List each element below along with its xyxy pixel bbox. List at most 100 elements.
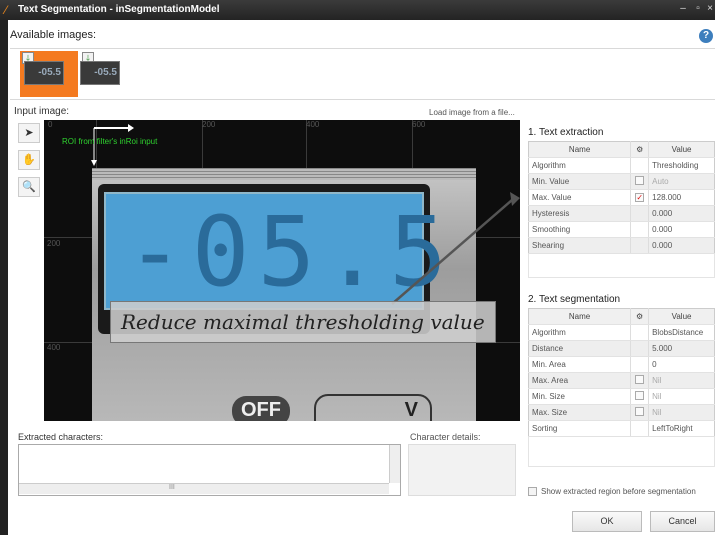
property-row[interactable]: Min. Area 0 [528,356,715,373]
property-value[interactable]: LeftToRight [648,420,715,437]
property-check [630,205,650,222]
column-name: Name [528,308,632,325]
property-name: Sorting [528,420,632,437]
gear-icon: ⚙ [630,141,650,158]
roi-label: ROI from filter's inRoi input [62,137,158,146]
property-value[interactable]: 0.000 [648,205,715,222]
property-name: Shearing [528,237,632,254]
property-value[interactable]: Thresholding [648,157,715,174]
thumbnail-2[interactable]: ⤓ -05.5 [80,51,124,97]
character-details-panel [408,444,516,496]
roi-overlay [91,124,520,305]
pointer-tool-button[interactable]: ➤ [18,123,40,143]
property-check[interactable] [630,388,650,405]
property-value[interactable]: 128.000 [648,189,715,206]
property-row[interactable]: Sorting LeftToRight [528,420,715,437]
property-value[interactable]: 0.000 [648,237,715,254]
thumbnail-image: -05.5 [24,61,64,85]
text-extraction-title: 1. Text extraction [528,127,604,138]
property-name: Distance [528,340,632,357]
text-segmentation-empty-area [528,437,715,467]
property-value[interactable]: BlobsDistance [648,324,715,341]
property-value[interactable]: Nil [648,388,715,405]
property-check[interactable] [630,173,650,190]
property-name: Max. Size [528,404,632,421]
property-row[interactable]: Algorithm Thresholding [528,157,715,174]
property-value[interactable]: Nil [648,372,715,389]
property-name: Max. Area [528,372,632,389]
property-check [630,157,650,174]
property-check[interactable] [630,404,650,421]
property-value[interactable]: 0 [648,356,715,373]
minimize-button[interactable]: – [677,3,689,15]
checkbox[interactable] [635,375,645,384]
horizontal-scrollbar[interactable]: III [19,483,389,494]
close-button[interactable]: × [704,3,715,15]
load-image-link[interactable]: Load image from a file... [429,108,515,117]
property-check[interactable]: ✓ [630,189,650,206]
property-name: Smoothing [528,221,632,238]
property-name: Algorithm [528,157,632,174]
property-row[interactable]: Max. Value ✓ 128.000 [528,189,715,206]
input-image-label: Input image: [14,106,70,117]
help-icon[interactable]: ? [699,29,713,43]
property-value[interactable]: 0.000 [648,221,715,238]
checkbox[interactable] [635,391,645,400]
window-title: Text Segmentation - inSegmentationModel [18,4,220,15]
show-region-label: Show extracted region before segmentatio… [541,487,696,496]
annotation-callout: Reduce maximal thresholding value [110,301,496,343]
property-name: Min. Size [528,388,632,405]
column-name: Name [528,141,632,158]
thumbnail-image: -05.5 [80,61,120,85]
pointer-icon: ➤ [24,127,34,139]
show-region-checkbox[interactable]: Show extracted region before segmentatio… [528,487,696,497]
image-viewer[interactable]: 0 200 400 600 200 400 -05.5 OFF V ROI fr… [44,120,520,421]
vertical-scrollbar[interactable] [389,445,400,483]
property-row[interactable]: Shearing 0.000 [528,237,715,254]
ok-button[interactable]: OK [572,511,642,532]
property-row[interactable]: Hysteresis 0.000 [528,205,715,222]
text-extraction-empty-area [528,254,715,278]
property-row[interactable]: Smoothing 0.000 [528,221,715,238]
zoom-icon: 🔍 [22,181,36,193]
checkbox[interactable] [528,487,537,497]
property-value[interactable]: 5.000 [648,340,715,357]
checkbox-checked[interactable]: ✓ [635,193,645,202]
pan-tool-button[interactable]: ✋ [18,150,40,170]
property-check [630,221,650,238]
property-row[interactable]: Max. Size Nil [528,404,715,421]
checkbox[interactable] [635,176,645,185]
grid-header: Name ⚙ Value [528,308,715,325]
text-segmentation-grid: Name ⚙ Value Algorithm BlobsDistance Dis… [528,308,715,437]
property-check [630,324,650,341]
thumbnail-1[interactable]: ⤓ -05.5 [20,51,78,97]
property-check [630,340,650,357]
property-check[interactable] [630,372,650,389]
scroll-grip: III [169,484,175,491]
title-bar: ⁄ Text Segmentation - inSegmentationMode… [0,0,715,20]
annotation-text: Reduce maximal thresholding value [121,310,485,334]
extracted-characters-label: Extracted characters: [18,432,104,442]
column-value: Value [648,308,715,325]
property-value[interactable]: Auto [648,173,715,190]
cancel-button[interactable]: Cancel [650,511,715,532]
property-value[interactable]: Nil [648,404,715,421]
property-row[interactable]: Algorithm BlobsDistance [528,324,715,341]
window-left-edge [0,20,8,535]
property-row[interactable]: Max. Area Nil [528,372,715,389]
property-name: Min. Value [528,173,632,190]
property-check [630,237,650,254]
checkbox[interactable] [635,407,645,416]
property-name: Hysteresis [528,205,632,222]
property-check [630,356,650,373]
character-details-label: Character details: [410,432,481,442]
image-thumbnail-strip: ⤓ -05.5 ⤓ -05.5 [10,48,715,100]
text-segmentation-title: 2. Text segmentation [528,294,621,305]
property-check [630,420,650,437]
property-row[interactable]: Distance 5.000 [528,340,715,357]
property-row[interactable]: Min. Value Auto [528,173,715,190]
zoom-tool-button[interactable]: 🔍 [18,177,40,197]
property-row[interactable]: Min. Size Nil [528,388,715,405]
property-name: Min. Area [528,356,632,373]
maximize-button[interactable]: ▫ [692,3,704,15]
